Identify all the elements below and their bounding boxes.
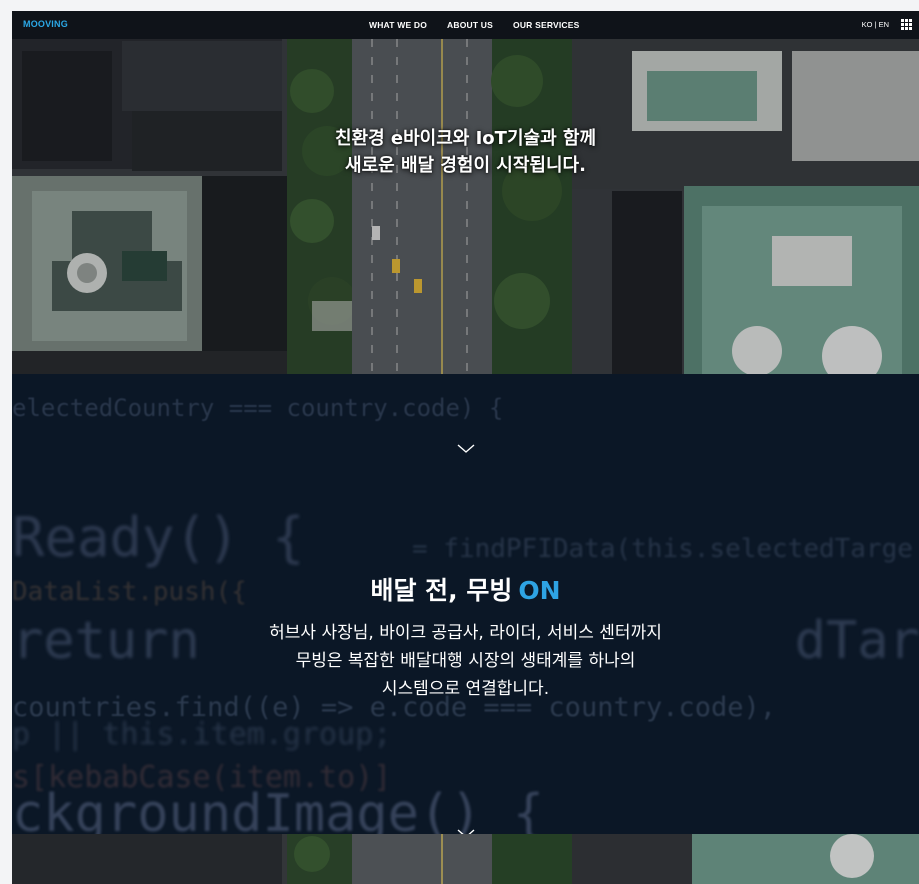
grid-icon[interactable] (901, 19, 912, 30)
code-line: electedCountry === country.code) { (12, 394, 504, 422)
main-menu: WHAT WE DO ABOUT US OUR SERVICES (369, 20, 580, 30)
code-line: ckgroundImage() { (12, 784, 545, 834)
menu-item-about-us[interactable]: ABOUT US (447, 20, 493, 30)
language-switch[interactable]: KO | EN (862, 20, 889, 29)
hero-aerial-image (12, 11, 919, 374)
description-line-2: 무빙은 복잡한 배달대행 시장의 생태계를 하나의 (295, 651, 636, 671)
aerial-image-preview (12, 834, 919, 884)
page-frame: 친환경 e바이크와 IoT기술과 함께 새로운 배달 경험이 시작됩니다. MO… (12, 11, 919, 884)
hero-section: 친환경 e바이크와 IoT기술과 함께 새로운 배달 경험이 시작됩니다. (12, 11, 919, 374)
hero-line-2: 새로운 배달 경험이 시작됩니다. (345, 155, 586, 176)
menu-item-what-we-do[interactable]: WHAT WE DO (369, 20, 427, 30)
section-title-main: 배달 전, 무빙 (370, 576, 513, 605)
hero-line-1: 친환경 e바이크와 IoT기술과 함께 (334, 128, 597, 149)
logo[interactable]: MOOVING (23, 19, 68, 29)
top-nav: MOOVING WHAT WE DO ABOUT US OUR SERVICES… (12, 11, 919, 39)
code-line: Ready() { (12, 506, 305, 569)
hero-headline: 친환경 e바이크와 IoT기술과 함께 새로운 배달 경험이 시작됩니다. (12, 125, 919, 179)
section-title-accent: ON (518, 576, 561, 605)
description-line-3: 시스템으로 연결합니다. (381, 679, 550, 699)
next-section-preview (12, 834, 919, 884)
chevron-down-icon[interactable] (457, 444, 475, 454)
code-line: = findPFIData(this.selectedTarge (412, 534, 913, 564)
description-line-1: 허브사 사장님, 바이크 공급사, 라이더, 서비스 센터까지 (269, 623, 662, 643)
menu-item-our-services[interactable]: OUR SERVICES (513, 20, 579, 30)
section-title: 배달 전, 무빙 ON (12, 571, 919, 607)
code-line: s[kebabCase(item.to)] (12, 760, 392, 795)
section-description: 허브사 사장님, 바이크 공급사, 라이더, 서비스 센터까지 무빙은 복잡한 … (12, 619, 919, 703)
code-line: p || this.item.group; (12, 717, 392, 752)
intro-section: electedCountry === country.code) { Ready… (12, 374, 919, 834)
chevron-down-icon[interactable] (457, 829, 475, 834)
